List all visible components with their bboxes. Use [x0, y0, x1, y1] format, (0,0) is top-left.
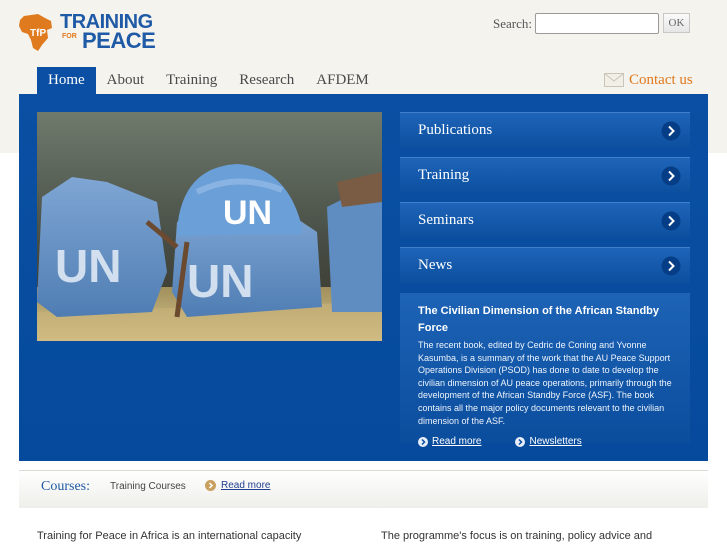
nav-item-training[interactable]: Training: [155, 67, 228, 94]
un-peacekeeping-helmet-and-vests-photo-icon: UN UN UN: [37, 112, 382, 341]
arrow-circle-icon: [418, 436, 428, 447]
helmet-text: UN: [223, 194, 272, 232]
feature-read-more-link[interactable]: Read more: [418, 436, 481, 447]
featured-publication: The Civilian Dimension of the African St…: [400, 293, 690, 447]
arrow-circle-icon: [205, 480, 216, 491]
side-link-training[interactable]: Training: [400, 157, 690, 193]
courses-heading: Courses:: [41, 479, 90, 494]
main-nav: Home About Training Research AFDEM: [37, 67, 380, 94]
chevron-right-icon: [661, 121, 681, 141]
vest-left-text: UN: [55, 240, 121, 292]
logo-word-peace: PEACE: [82, 28, 156, 53]
vest-center-text: UN: [187, 255, 253, 307]
chevron-right-icon: [661, 211, 681, 231]
chevron-right-icon: [661, 256, 681, 276]
courses-bar: Courses: Training Courses Read more: [19, 470, 708, 508]
logo-badge-text: TfP: [30, 28, 46, 39]
site-logo[interactable]: TfP TRAINING FOR PEACE: [18, 11, 170, 53]
logo-word-for: FOR: [62, 33, 77, 40]
side-link-news[interactable]: News: [400, 247, 690, 283]
intro-text-right: The programme's focus is on training, po…: [381, 530, 653, 542]
feature-title[interactable]: The Civilian Dimension of the African St…: [418, 303, 678, 337]
newsletters-label: Newsletters: [529, 436, 582, 447]
nav-item-about[interactable]: About: [96, 67, 156, 94]
side-link-label: News: [418, 257, 453, 273]
courses-read-more-link[interactable]: Read more: [205, 480, 270, 491]
intro-text-left: Training for Peace in Africa is an inter…: [37, 530, 302, 542]
chevron-right-icon: [661, 166, 681, 186]
side-link-publications[interactable]: Publications: [400, 112, 690, 148]
nav-item-research[interactable]: Research: [228, 67, 305, 94]
training-courses-link[interactable]: Training Courses: [110, 481, 186, 492]
arrow-circle-icon: [515, 436, 526, 447]
contact-us-label: Contact us: [629, 71, 693, 88]
search-label: Search:: [493, 16, 532, 31]
search-input[interactable]: [535, 13, 659, 34]
newsletters-link[interactable]: Newsletters: [515, 436, 582, 447]
contact-us-link[interactable]: Contact us: [604, 70, 693, 90]
hero-panel: UN UN UN Publications Training Seminars …: [19, 94, 708, 461]
nav-item-home[interactable]: Home: [37, 67, 96, 94]
search-ok-button[interactable]: OK: [663, 13, 690, 33]
feature-body: The recent book, edited by Cedric de Con…: [418, 340, 672, 426]
side-link-label: Publications: [418, 122, 493, 138]
side-link-seminars[interactable]: Seminars: [400, 202, 690, 238]
africa-map-icon: TfP: [19, 14, 52, 51]
un-peacekeeping-photo: UN UN UN: [37, 112, 382, 341]
envelope-icon: [604, 73, 624, 87]
side-link-label: Seminars: [418, 212, 474, 228]
logo-wordmark: TRAINING FOR PEACE: [60, 11, 170, 53]
feature-links: Read more Newsletters: [418, 436, 616, 447]
nav-item-afdem[interactable]: AFDEM: [305, 67, 380, 94]
section-links: Publications Training Seminars News: [400, 112, 690, 292]
side-link-label: Training: [418, 167, 470, 183]
feature-read-more-label: Read more: [432, 436, 482, 447]
courses-read-more-label: Read more: [221, 480, 271, 491]
